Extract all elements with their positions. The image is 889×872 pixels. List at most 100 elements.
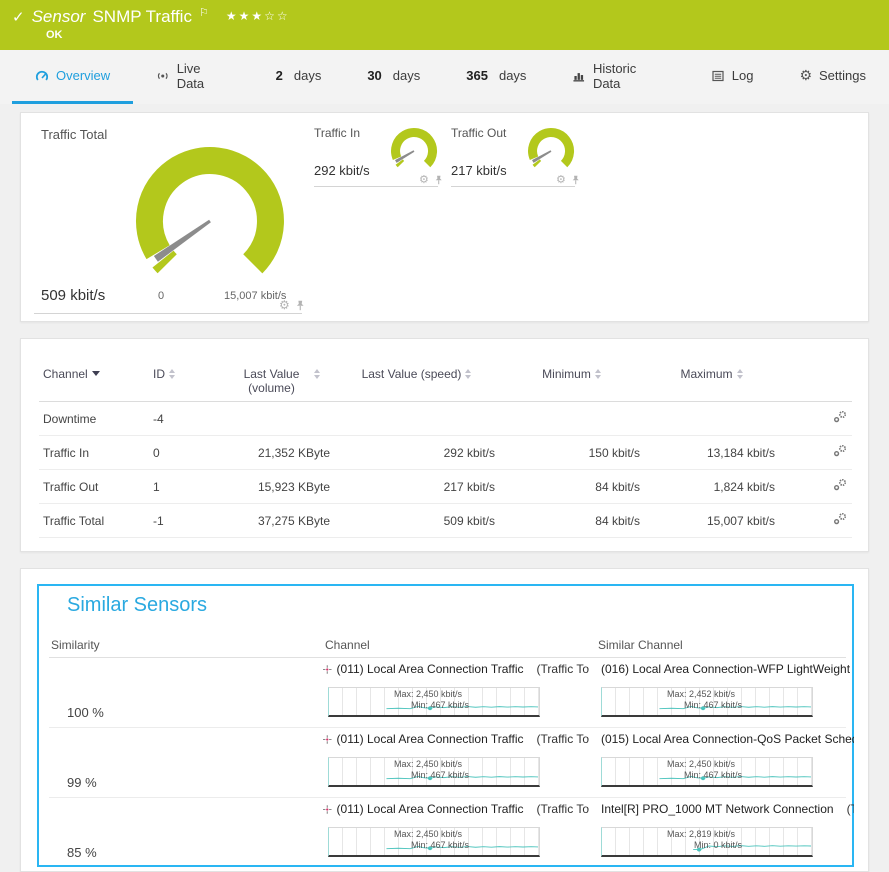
gear-icon[interactable]: ⚙ — [419, 174, 429, 185]
col-header-last-value-speed[interactable]: Last Value (speed) — [334, 361, 499, 402]
broadcast-icon — [156, 69, 170, 83]
gear-icon[interactable]: ⚙ — [556, 174, 566, 185]
channel-link[interactable]: (011) Local Area Connection Traffic — [337, 662, 524, 676]
gauges-panel: Traffic Total 509 kbit/s 0 15,007 kbit/s… — [20, 112, 869, 322]
gauge-cell-divider — [34, 313, 302, 314]
channel-cell: (011) Local Area Connection Traffic (Tra… — [323, 661, 589, 677]
gauge-in-actions: ⚙ — [419, 174, 443, 185]
channel-link[interactable]: Intel[R] PRO_1000 MT Network Connection — [601, 802, 834, 816]
gauge-total-value: 509 kbit/s — [41, 287, 105, 304]
tab-settings[interactable]: ⚙ Settings — [776, 50, 889, 104]
channel-settings-gears-icon[interactable] — [832, 478, 848, 492]
spark-min-label: Min: 467 kbit/s — [394, 700, 469, 711]
channel-settings-gears-icon[interactable] — [832, 512, 848, 526]
priority-stars[interactable]: ★★★☆☆ — [226, 9, 290, 23]
channel-table-panel: Channel ID Last Value (volume) Last Valu… — [20, 338, 869, 552]
channel-link[interactable]: (016) Local Area Connection-WFP LightWei… — [601, 662, 854, 676]
col-header-last-value-volume[interactable]: Last Value (volume) — [219, 361, 334, 402]
tab-label: days — [393, 68, 420, 83]
table-row-traffic-in: Traffic In 0 21,352 KByte 292 kbit/s 150… — [39, 436, 852, 470]
mini-graph[interactable]: Max: 2,819 kbit/sMin: 0 kbit/s — [601, 827, 813, 857]
tab-live-data[interactable]: Live Data — [133, 50, 252, 104]
flag-icon[interactable]: ⚐ — [199, 6, 209, 19]
channel-name-cell[interactable]: Downtime — [39, 402, 149, 436]
channel-type: (Traffic To — [537, 662, 589, 676]
similar-sensor-row: 85 % (011) Local Area Connection Traffic… — [39, 797, 852, 867]
chart-icon — [572, 69, 586, 83]
channel-table: Channel ID Last Value (volume) Last Valu… — [39, 361, 852, 538]
channel-id-cell: -1 — [149, 504, 219, 538]
tab-2-days[interactable]: 2 days — [253, 50, 345, 104]
channel-link[interactable]: (015) Local Area Connection-QoS Packet S… — [601, 732, 854, 746]
mini-graph[interactable]: Max: 2,450 kbit/sMin: 467 kbit/s — [328, 757, 540, 787]
channel-link[interactable]: (011) Local Area Connection Traffic — [337, 732, 524, 746]
channel-id-cell: 0 — [149, 436, 219, 470]
mini-graph[interactable]: Max: 2,450 kbit/sMin: 467 kbit/s — [601, 757, 813, 787]
sensor-title-line: ✓ Sensor SNMP Traffic ⚐ ★★★☆☆ — [0, 0, 889, 27]
tab-number: 30 — [367, 68, 381, 83]
channel-id-cell: 1 — [149, 470, 219, 504]
volume-cell: 37,275 KByte — [219, 504, 334, 538]
channel-link[interactable]: (011) Local Area Connection Traffic — [337, 802, 524, 816]
col-header-minimum[interactable]: Minimum — [499, 361, 644, 402]
tab-label: Log — [732, 68, 754, 83]
mini-graph[interactable]: Max: 2,450 kbit/sMin: 467 kbit/s — [328, 687, 540, 717]
gauge-out-label: Traffic Out — [451, 126, 506, 140]
table-row-traffic-out: Traffic Out 1 15,923 KByte 217 kbit/s 84… — [39, 470, 852, 504]
tab-overview[interactable]: Overview — [12, 50, 133, 104]
tab-historic-data[interactable]: Historic Data — [549, 50, 687, 104]
tab-log[interactable]: Log — [688, 50, 777, 104]
move-crosshair-icon[interactable] — [323, 804, 332, 815]
gauge-scale-max: 15,007 kbit/s — [224, 290, 286, 302]
spark-min-label: Min: 467 kbit/s — [394, 840, 469, 851]
tab-365-days[interactable]: 365 days — [443, 50, 549, 104]
col-header-channel[interactable]: Channel — [39, 361, 149, 402]
volume-cell — [219, 402, 334, 436]
minimum-cell — [499, 402, 644, 436]
pin-icon[interactable] — [295, 300, 305, 311]
similarity-value: 99 % — [67, 775, 97, 790]
traffic-total-gauge[interactable] — [130, 141, 290, 301]
table-row-traffic-total: Traffic Total -1 37,275 KByte 509 kbit/s… — [39, 504, 852, 538]
pin-icon[interactable] — [434, 175, 443, 185]
tab-label: Overview — [56, 68, 110, 83]
gauge-cell-divider — [314, 186, 438, 187]
tab-label: days — [294, 68, 321, 83]
maximum-cell: 15,007 kbit/s — [644, 504, 779, 538]
gauge-out-actions: ⚙ — [556, 174, 580, 185]
gear-icon[interactable]: ⚙ — [279, 299, 290, 311]
similar-channel-cell: Intel[R] PRO_1000 MT Network Connection … — [596, 801, 854, 817]
traffic-in-gauge[interactable] — [390, 127, 438, 175]
mini-graph[interactable]: Max: 2,452 kbit/sMin: 467 kbit/s — [601, 687, 813, 717]
speed-cell: 292 kbit/s — [334, 436, 499, 470]
similar-sensors-box: Similar Sensors Similarity Channel Simil… — [37, 584, 854, 867]
log-icon — [711, 69, 725, 83]
move-crosshair-icon[interactable] — [323, 664, 332, 675]
volume-cell: 15,923 KByte — [219, 470, 334, 504]
col-header-actions — [779, 361, 852, 402]
channel-name-cell[interactable]: Traffic Out — [39, 470, 149, 504]
move-crosshair-icon[interactable] — [323, 734, 332, 745]
mini-graph[interactable]: Max: 2,450 kbit/sMin: 467 kbit/s — [328, 827, 540, 857]
col-header-label: Channel — [43, 367, 88, 381]
similar-sensors-title: Similar Sensors — [67, 594, 207, 617]
spark-min-label: Min: 467 kbit/s — [394, 770, 469, 781]
pin-icon[interactable] — [571, 175, 580, 185]
channel-settings-gears-icon[interactable] — [832, 410, 848, 424]
channel-settings-gears-icon[interactable] — [832, 444, 848, 458]
channel-name-cell[interactable]: Traffic Total — [39, 504, 149, 538]
col-header-label: Last Value (speed) — [362, 367, 462, 381]
col-header-id[interactable]: ID — [149, 361, 219, 402]
sort-icon — [314, 369, 320, 379]
channel-name-cell[interactable]: Traffic In — [39, 436, 149, 470]
minimum-cell: 150 kbit/s — [499, 436, 644, 470]
sensor-status-header: ✓ Sensor SNMP Traffic ⚐ ★★★☆☆ OK — [0, 0, 889, 50]
tab-30-days[interactable]: 30 days — [344, 50, 443, 104]
traffic-out-gauge[interactable] — [527, 127, 575, 175]
channel-cell: (011) Local Area Connection Traffic (Tra… — [323, 731, 589, 747]
spark-min-label: Min: 467 kbit/s — [667, 770, 742, 781]
object-kind-label: Sensor — [32, 7, 86, 27]
minimum-cell: 84 kbit/s — [499, 470, 644, 504]
col-header-maximum[interactable]: Maximum — [644, 361, 779, 402]
sensor-tab-bar: Overview Live Data 2 days 30 days 365 da… — [0, 50, 889, 104]
